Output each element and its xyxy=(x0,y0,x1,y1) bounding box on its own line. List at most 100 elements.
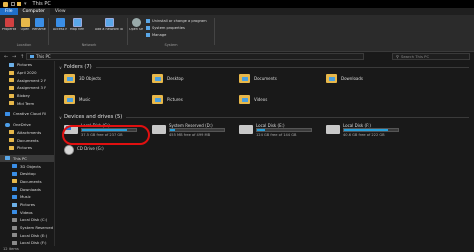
nav-item-bixbey[interactable]: Bixbey xyxy=(0,92,54,100)
downloads-icon xyxy=(12,187,17,192)
title-bar: ▾ This PC xyxy=(0,0,474,8)
nav-item-attachments[interactable]: Attachments xyxy=(0,129,54,137)
nav-item-3d-objects[interactable]: 3D Objects xyxy=(0,162,54,170)
item-count: 12 items xyxy=(3,247,19,251)
folder-icon xyxy=(9,93,14,98)
ribbon-tabs: File Computer View xyxy=(0,8,474,15)
properties-quick-icon[interactable] xyxy=(11,2,15,6)
nav-item-this-pc[interactable]: This PC xyxy=(0,154,54,163)
drive-system-reserved[interactable]: System Reserved (D:) 455 MB free of 499 … xyxy=(152,123,232,141)
folder-icon xyxy=(9,85,14,90)
navigation-pane: Pictures April 2020 Assignment 2 F Assig… xyxy=(0,61,55,246)
nav-item-local-disk-c[interactable]: Local Disk (C:) xyxy=(0,216,54,224)
nav-item-desktop[interactable]: Desktop xyxy=(0,170,54,178)
group-location-label: Location xyxy=(16,43,32,47)
nav-item-local-disk-e[interactable]: Local Disk (E:) xyxy=(0,231,54,239)
videos-icon xyxy=(12,210,17,215)
drive-local-disk-e[interactable]: Local Disk (E:) 124 GB free of 144 GB xyxy=(239,123,319,141)
new-folder-quick-icon[interactable] xyxy=(17,2,21,6)
folder-item-documents[interactable]: Documents xyxy=(239,74,277,83)
folder-icon xyxy=(9,145,14,150)
back-arrow-icon[interactable]: ← xyxy=(4,54,8,60)
rename-button[interactable]: Rename xyxy=(32,18,46,32)
open-button[interactable]: Open xyxy=(18,18,32,32)
properties-button[interactable]: Properties xyxy=(2,18,16,32)
programs-icon xyxy=(146,18,150,23)
quick-access-chevron-icon[interactable]: ▾ xyxy=(24,1,27,7)
nav-item-assignment-2[interactable]: Assignment 2 F xyxy=(0,76,54,84)
nav-item-videos[interactable]: Videos xyxy=(0,208,54,216)
cd-disc-icon xyxy=(64,145,74,155)
folder-item-videos[interactable]: Videos xyxy=(239,95,267,104)
drive-usage-fill xyxy=(170,129,175,131)
tab-computer[interactable]: Computer xyxy=(17,8,50,15)
nav-item-april-2020[interactable]: April 2020 xyxy=(0,69,54,77)
section-divider xyxy=(126,116,469,118)
gear-icon xyxy=(131,18,141,27)
pc-icon xyxy=(5,156,10,161)
pc-icon xyxy=(30,55,34,58)
window-title: This PC xyxy=(32,1,51,7)
drive-icon xyxy=(12,233,17,238)
pictures-icon xyxy=(9,62,14,67)
tab-view[interactable]: View xyxy=(50,8,71,15)
onedrive-cloud-icon xyxy=(5,122,10,127)
rename-icon xyxy=(34,18,44,27)
nav-item-documents[interactable]: Documents xyxy=(0,136,54,144)
properties-icon xyxy=(4,18,14,27)
nav-item-documents-pc[interactable]: Documents xyxy=(0,178,54,186)
drive-icon xyxy=(239,125,253,134)
forward-arrow-icon[interactable]: → xyxy=(12,54,16,60)
add-network-location-button[interactable]: Add a network location xyxy=(95,18,123,32)
nav-item-pictures[interactable]: Pictures xyxy=(0,61,54,69)
network-location-icon xyxy=(104,18,114,27)
drive-icon xyxy=(326,125,340,134)
folder-item-pictures[interactable]: Pictures xyxy=(152,95,183,104)
drive-icon xyxy=(12,217,17,222)
drive-icon xyxy=(12,240,17,245)
downloads-folder-icon xyxy=(326,74,337,83)
drive-usage-bar xyxy=(256,128,312,132)
folder-icon xyxy=(9,78,14,83)
tab-file[interactable]: File xyxy=(0,8,18,15)
ribbon-separator xyxy=(214,18,215,45)
search-box[interactable]: ⚲ Search This PC xyxy=(392,53,470,60)
address-bar[interactable]: This PC xyxy=(26,53,364,60)
up-arrow-icon[interactable]: ↑ xyxy=(20,54,24,60)
folder-item-music[interactable]: Music xyxy=(64,95,90,104)
folders-section-header[interactable]: ∨ Folders (7) xyxy=(59,64,469,70)
nav-item-system-reserved[interactable]: System Reserved xyxy=(0,224,54,232)
nav-item-creative-cloud[interactable]: Creative Cloud Fil xyxy=(0,110,54,118)
folder-item-downloads[interactable]: Downloads xyxy=(326,74,363,83)
address-bar-row: ← → ↑ This PC ⚲ Search This PC xyxy=(0,52,474,61)
folder-item-3d-objects[interactable]: 3D Objects xyxy=(64,74,101,83)
ribbon-separator xyxy=(48,18,49,45)
3d-objects-folder-icon xyxy=(64,74,75,83)
drive-local-disk-f[interactable]: Local Disk (F:) 40.6 GB free of 222 GB xyxy=(326,123,406,141)
chevron-down-icon: ∨ xyxy=(59,64,62,70)
uninstall-program-link[interactable]: Uninstall or change a program xyxy=(146,18,207,23)
manage-icon xyxy=(146,32,150,37)
search-placeholder: Search This PC xyxy=(400,54,430,59)
devices-section-title: Devices and drives (5) xyxy=(63,114,123,120)
documents-icon xyxy=(12,179,17,184)
nav-item-local-disk-f[interactable]: Local Disk (F:) xyxy=(0,239,54,246)
open-settings-button[interactable]: Open Settings xyxy=(129,18,143,32)
content-pane: ∨ Folders (7) 3D Objects Desktop Documen… xyxy=(56,61,474,246)
map-network-drive-button[interactable]: Map network drive xyxy=(70,18,84,32)
nav-item-pictures-pc[interactable]: Pictures xyxy=(0,201,54,209)
nav-item-music[interactable]: Music xyxy=(0,193,54,201)
system-properties-link[interactable]: System properties xyxy=(146,25,185,30)
devices-section-header[interactable]: ∨ Devices and drives (5) xyxy=(59,114,469,120)
nav-item-assignment-3[interactable]: Assignment 3 F xyxy=(0,84,54,92)
nav-item-mid-term[interactable]: Mid Term xyxy=(0,99,54,107)
nav-item-downloads[interactable]: Downloads xyxy=(0,185,54,193)
videos-folder-icon xyxy=(239,95,250,104)
folder-item-desktop[interactable]: Desktop xyxy=(152,74,184,83)
nav-item-pictures-onedrive[interactable]: Pictures xyxy=(0,144,54,152)
manage-link[interactable]: Manage xyxy=(146,32,166,37)
nav-item-onedrive[interactable]: OneDrive xyxy=(0,121,54,129)
section-divider xyxy=(95,66,469,68)
drive-cd[interactable]: CD Drive (G:) xyxy=(64,145,134,157)
access-media-button[interactable]: Access media xyxy=(53,18,67,32)
